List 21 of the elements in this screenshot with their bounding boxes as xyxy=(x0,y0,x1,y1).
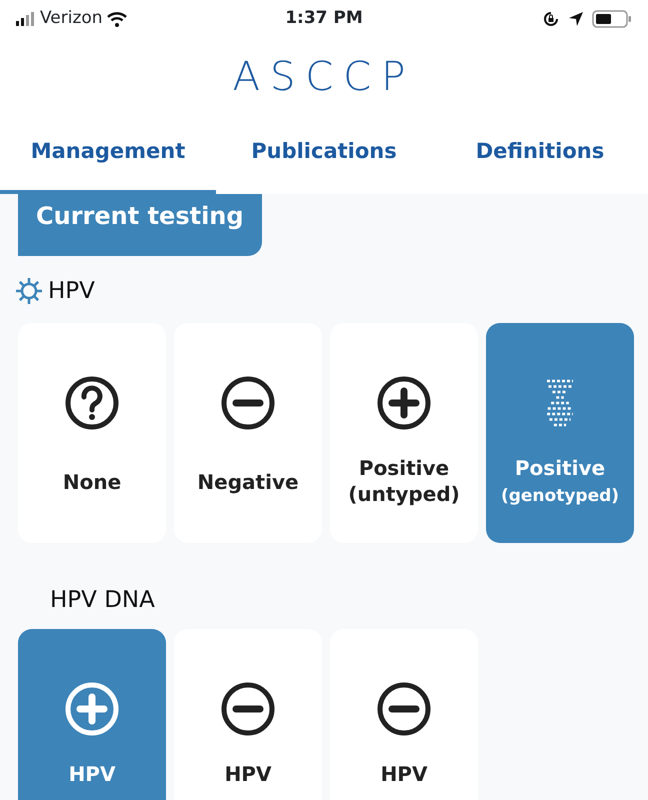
group-title: HPV DNA xyxy=(50,586,155,614)
group-title: HPV xyxy=(48,277,95,306)
nav-tab[interactable]: Publications xyxy=(216,116,432,194)
nav-tab[interactable]: Definitions xyxy=(432,116,648,194)
option-card[interactable]: Positive (untyped) xyxy=(330,322,478,542)
virus-icon xyxy=(14,276,44,306)
option-card[interactable]: Positive (genotyped) xyxy=(486,322,634,542)
rotation-lock-icon xyxy=(542,10,560,28)
section-header: Current testing xyxy=(18,194,262,256)
clock-time: 1:37 PM xyxy=(285,7,363,30)
option-card[interactable]: HPV xyxy=(18,629,166,800)
option-card[interactable]: HPV xyxy=(330,629,478,800)
wifi-icon xyxy=(106,12,127,26)
logo: ASCCP xyxy=(232,53,416,102)
option-card[interactable]: HPV xyxy=(174,629,322,800)
carrier-name: Verizon xyxy=(40,7,103,30)
signal-icon xyxy=(16,12,36,26)
location-arrow-icon xyxy=(568,11,584,27)
option-card[interactable]: Negative xyxy=(174,322,322,542)
option-card[interactable]: None xyxy=(18,322,166,542)
battery-icon xyxy=(592,10,632,28)
